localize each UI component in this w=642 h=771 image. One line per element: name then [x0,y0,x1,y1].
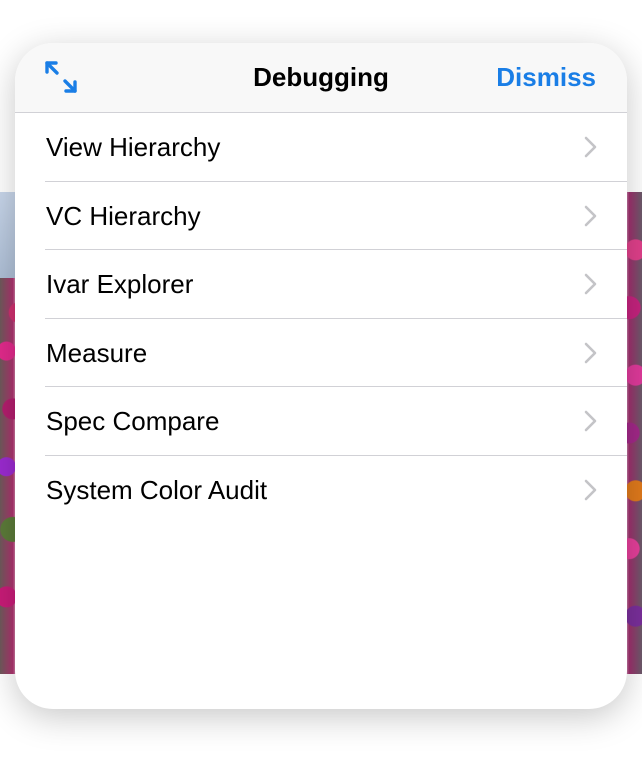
screen: Debugging Dismiss View Hierarchy VC Hier… [0,0,642,771]
list-item-label: System Color Audit [46,474,268,505]
list-item-label: View Hierarchy [46,132,221,162]
navigation-bar: Debugging Dismiss [15,43,627,113]
list-item-measure[interactable]: Measure [15,319,627,387]
list-item-label: Spec Compare [46,406,220,436]
list-item-ivar-explorer[interactable]: Ivar Explorer [15,250,627,319]
debug-menu-list: View Hierarchy VC Hierarchy Ivar Explore… [15,113,627,524]
list-item-label: Measure [46,337,148,368]
list-item-view-hierarchy[interactable]: View Hierarchy [15,113,627,182]
list-item-vc-hierarchy[interactable]: VC Hierarchy [15,182,627,250]
dismiss-button[interactable]: Dismiss [496,43,596,112]
list-item-spec-compare[interactable]: Spec Compare [15,387,627,456]
chevron-right-icon [584,205,597,226]
chevron-right-icon [584,342,597,363]
chevron-right-icon [584,273,597,295]
list-item-label: VC Hierarchy [46,200,201,231]
chevron-right-icon [584,410,597,432]
debugging-sheet: Debugging Dismiss View Hierarchy VC Hier… [15,43,627,709]
list-item-system-color-audit[interactable]: System Color Audit [15,456,627,525]
chevron-right-icon [584,479,597,500]
chevron-right-icon [584,136,597,158]
list-item-label: Ivar Explorer [46,269,194,299]
